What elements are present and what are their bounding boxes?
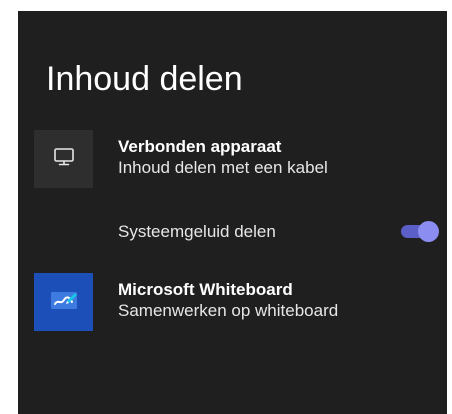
- connected-device-title: Verbonden apparaat: [118, 137, 282, 156]
- system-sound-label: Systeemgeluid delen: [118, 222, 276, 241]
- whiteboard-subtitle: Samenwerken op whiteboard: [118, 301, 339, 320]
- system-sound-row: Systeemgeluid delen: [118, 215, 447, 247]
- share-content-panel: Inhoud delen Verbonden apparaat Inhoud d…: [18, 11, 447, 414]
- system-sound-toggle[interactable]: [401, 221, 439, 242]
- whiteboard-option[interactable]: Microsoft Whiteboard Samenwerken op whit…: [34, 272, 447, 332]
- whiteboard-tile: [34, 273, 93, 331]
- connected-device-option[interactable]: Verbonden apparaat Inhoud delen met een …: [34, 129, 447, 189]
- connected-device-text: Verbonden apparaat Inhoud delen met een …: [118, 136, 328, 179]
- connected-device-subtitle: Inhoud delen met een kabel: [118, 158, 328, 177]
- whiteboard-icon: [47, 285, 81, 320]
- connected-device-tile: [34, 130, 93, 188]
- whiteboard-text: Microsoft Whiteboard Samenwerken op whit…: [118, 279, 338, 322]
- page-title: Inhoud delen: [46, 60, 243, 98]
- whiteboard-title: Microsoft Whiteboard: [118, 280, 293, 299]
- toggle-thumb: [418, 221, 439, 242]
- monitor-icon: [53, 147, 75, 172]
